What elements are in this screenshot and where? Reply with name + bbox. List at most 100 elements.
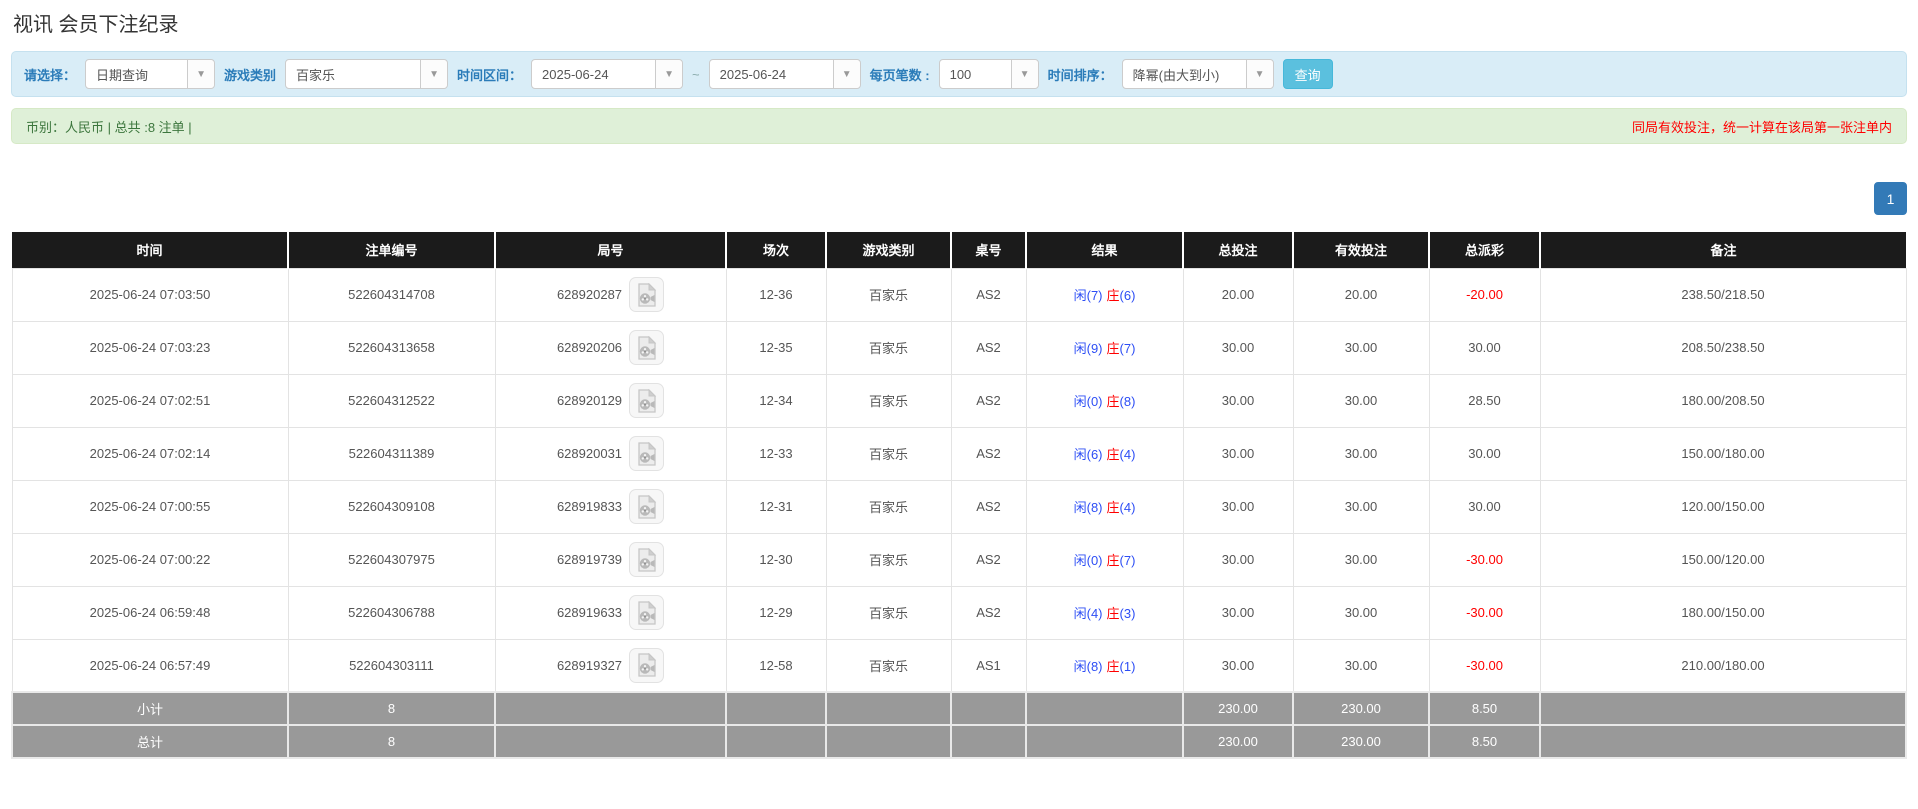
chevron-down-icon: ▼ [187, 60, 215, 88]
round-number: 628919327 [556, 657, 623, 673]
cell-bet-id: 522604306788 [287, 585, 496, 640]
col-header-bet-id: 注单编号 [287, 232, 495, 268]
chevron-down-icon: ▼ [420, 60, 448, 88]
cell-round: 628920129 [494, 373, 727, 428]
cell-bet-id: 522604313658 [287, 320, 496, 375]
result-banker-label: 庄 [1106, 394, 1120, 409]
date-from-value: 2025-06-24 [542, 66, 609, 82]
cell-table-no: AS2 [950, 532, 1027, 587]
round-number: 628920129 [556, 393, 623, 408]
chevron-down-icon: ▼ [1010, 60, 1038, 88]
total-payout: 8.50 [1428, 724, 1541, 759]
video-replay-button[interactable] [629, 277, 665, 312]
cell-total-bet: 20.00 [1182, 267, 1294, 322]
result-banker-label: 庄 [1106, 606, 1120, 621]
page-button-1[interactable]: 1 [1874, 182, 1907, 215]
query-type-select[interactable]: 日期查询 ▼ [85, 59, 216, 89]
cell-game-type: 百家乐 [825, 479, 952, 534]
cell-bet-id: 522604314708 [287, 267, 496, 322]
table-row: 2025-06-24 07:02:51 522604312522 6289201… [11, 373, 1907, 428]
round-number: 628919739 [556, 552, 623, 567]
table-row: 2025-06-24 06:59:48 522604306788 6289196… [11, 585, 1907, 640]
col-header-valid-bet: 有效投注 [1292, 232, 1429, 268]
result-banker-label: 庄 [1106, 553, 1120, 568]
sort-select[interactable]: 降幂(由大到小) ▼ [1121, 59, 1274, 89]
cell-time: 2025-06-24 06:57:49 [11, 638, 289, 693]
date-to-value: 2025-06-24 [719, 66, 787, 82]
result-player-points: (4) [1086, 606, 1103, 621]
cell-bet-id: 522604311389 [287, 426, 496, 481]
query-type-label: 请选择： [24, 67, 77, 83]
table-row: 2025-06-24 07:00:22 522604307975 6289197… [11, 532, 1907, 587]
video-replay-button[interactable] [629, 647, 665, 683]
cell-remark: 120.00/150.00 [1539, 479, 1907, 534]
cell-total-bet: 30.00 [1182, 320, 1294, 375]
date-from-select[interactable]: 2025-06-24 ▼ [531, 59, 684, 89]
page-size-value: 100 [949, 66, 972, 82]
video-file-icon [637, 600, 656, 625]
cell-time: 2025-06-24 07:02:51 [11, 373, 289, 428]
cell-game-type: 百家乐 [825, 267, 952, 322]
video-replay-button[interactable] [629, 489, 665, 524]
result-banker-points: (1) [1119, 658, 1136, 674]
cell-remark: 180.00/208.50 [1539, 373, 1907, 428]
result-player-points: (8) [1086, 658, 1103, 674]
cell-table-no: AS2 [950, 479, 1027, 534]
time-range-label: 时间区间： [457, 67, 523, 83]
result-player-points: (7) [1086, 288, 1103, 303]
total-count: 8 [287, 724, 496, 759]
cell-round: 628920031 [494, 426, 727, 481]
cell-payout: 28.50 [1428, 373, 1541, 428]
subtotal-count: 8 [287, 691, 496, 726]
round-number: 628919633 [556, 605, 623, 620]
col-header-payout: 总派彩 [1428, 232, 1540, 268]
cell-game-type: 百家乐 [825, 638, 952, 693]
video-replay-button[interactable] [629, 595, 665, 630]
search-button[interactable]: 查询 [1282, 59, 1333, 89]
summary-notice-text: 同局有效投注，统一计算在该局第一张注单内 [1631, 119, 1892, 135]
cell-remark: 150.00/180.00 [1539, 426, 1907, 481]
cell-payout: 30.00 [1428, 320, 1541, 375]
video-replay-button[interactable] [629, 436, 665, 471]
game-type-select[interactable]: 百家乐 ▼ [285, 59, 449, 89]
result-banker-label: 庄 [1106, 658, 1120, 674]
cell-remark: 180.00/150.00 [1539, 585, 1907, 640]
summary-bar: 币别：人民币 | 总共 :8 注单 | 同局有效投注，统一计算在该局第一张注单内 [11, 108, 1907, 144]
chevron-down-icon: ▼ [1245, 60, 1273, 88]
table-header-row: 时间 注单编号 局号 场次 游戏类别 桌号 结果 总投注 有效投注 总派彩 备注 [12, 232, 1906, 268]
video-replay-button[interactable] [629, 542, 665, 577]
cell-valid-bet: 30.00 [1292, 320, 1430, 375]
col-header-table-no: 桌号 [950, 232, 1026, 268]
page-size-select[interactable]: 100 ▼ [938, 59, 1039, 89]
cell-table-no: AS2 [950, 373, 1027, 428]
chevron-down-icon: ▼ [655, 60, 683, 88]
cell-time: 2025-06-24 07:03:23 [11, 320, 289, 375]
round-number: 628920031 [556, 446, 623, 461]
col-header-time: 时间 [12, 232, 288, 268]
video-file-icon [637, 282, 656, 307]
video-replay-button[interactable] [629, 383, 665, 418]
cell-valid-bet: 30.00 [1292, 532, 1430, 587]
video-file-icon [637, 547, 656, 572]
cell-total-bet: 30.00 [1182, 532, 1294, 587]
cell-table-no: AS2 [950, 320, 1027, 375]
cell-remark: 238.50/218.50 [1539, 267, 1907, 322]
video-replay-button[interactable] [629, 330, 665, 365]
date-to-select[interactable]: 2025-06-24 ▼ [708, 59, 861, 89]
result-player-points: (8) [1086, 500, 1103, 515]
cell-valid-bet: 30.00 [1292, 638, 1430, 693]
video-file-icon [637, 494, 656, 519]
result-player-label: 闲 [1073, 606, 1087, 621]
page-size-label: 每页笔数 : [869, 67, 930, 83]
sort-value: 降幂(由大到小) [1132, 67, 1220, 83]
page: 视讯 会员下注纪录 请选择： 日期查询 ▼ 游戏类别 百家乐 ▼ 时间区间： 2… [0, 0, 1918, 779]
result-player-label: 闲 [1073, 553, 1087, 568]
subtotal-total-bet: 230.00 [1182, 691, 1294, 726]
table-row: 2025-06-24 07:03:50 522604314708 6289202… [11, 267, 1907, 322]
result-banker-points: (6) [1119, 288, 1136, 303]
video-file-icon [637, 653, 656, 677]
total-label: 总计 [11, 724, 289, 759]
cell-payout: -30.00 [1428, 585, 1541, 640]
cell-session: 12-58 [725, 638, 827, 693]
cell-total-bet: 30.00 [1182, 479, 1294, 534]
